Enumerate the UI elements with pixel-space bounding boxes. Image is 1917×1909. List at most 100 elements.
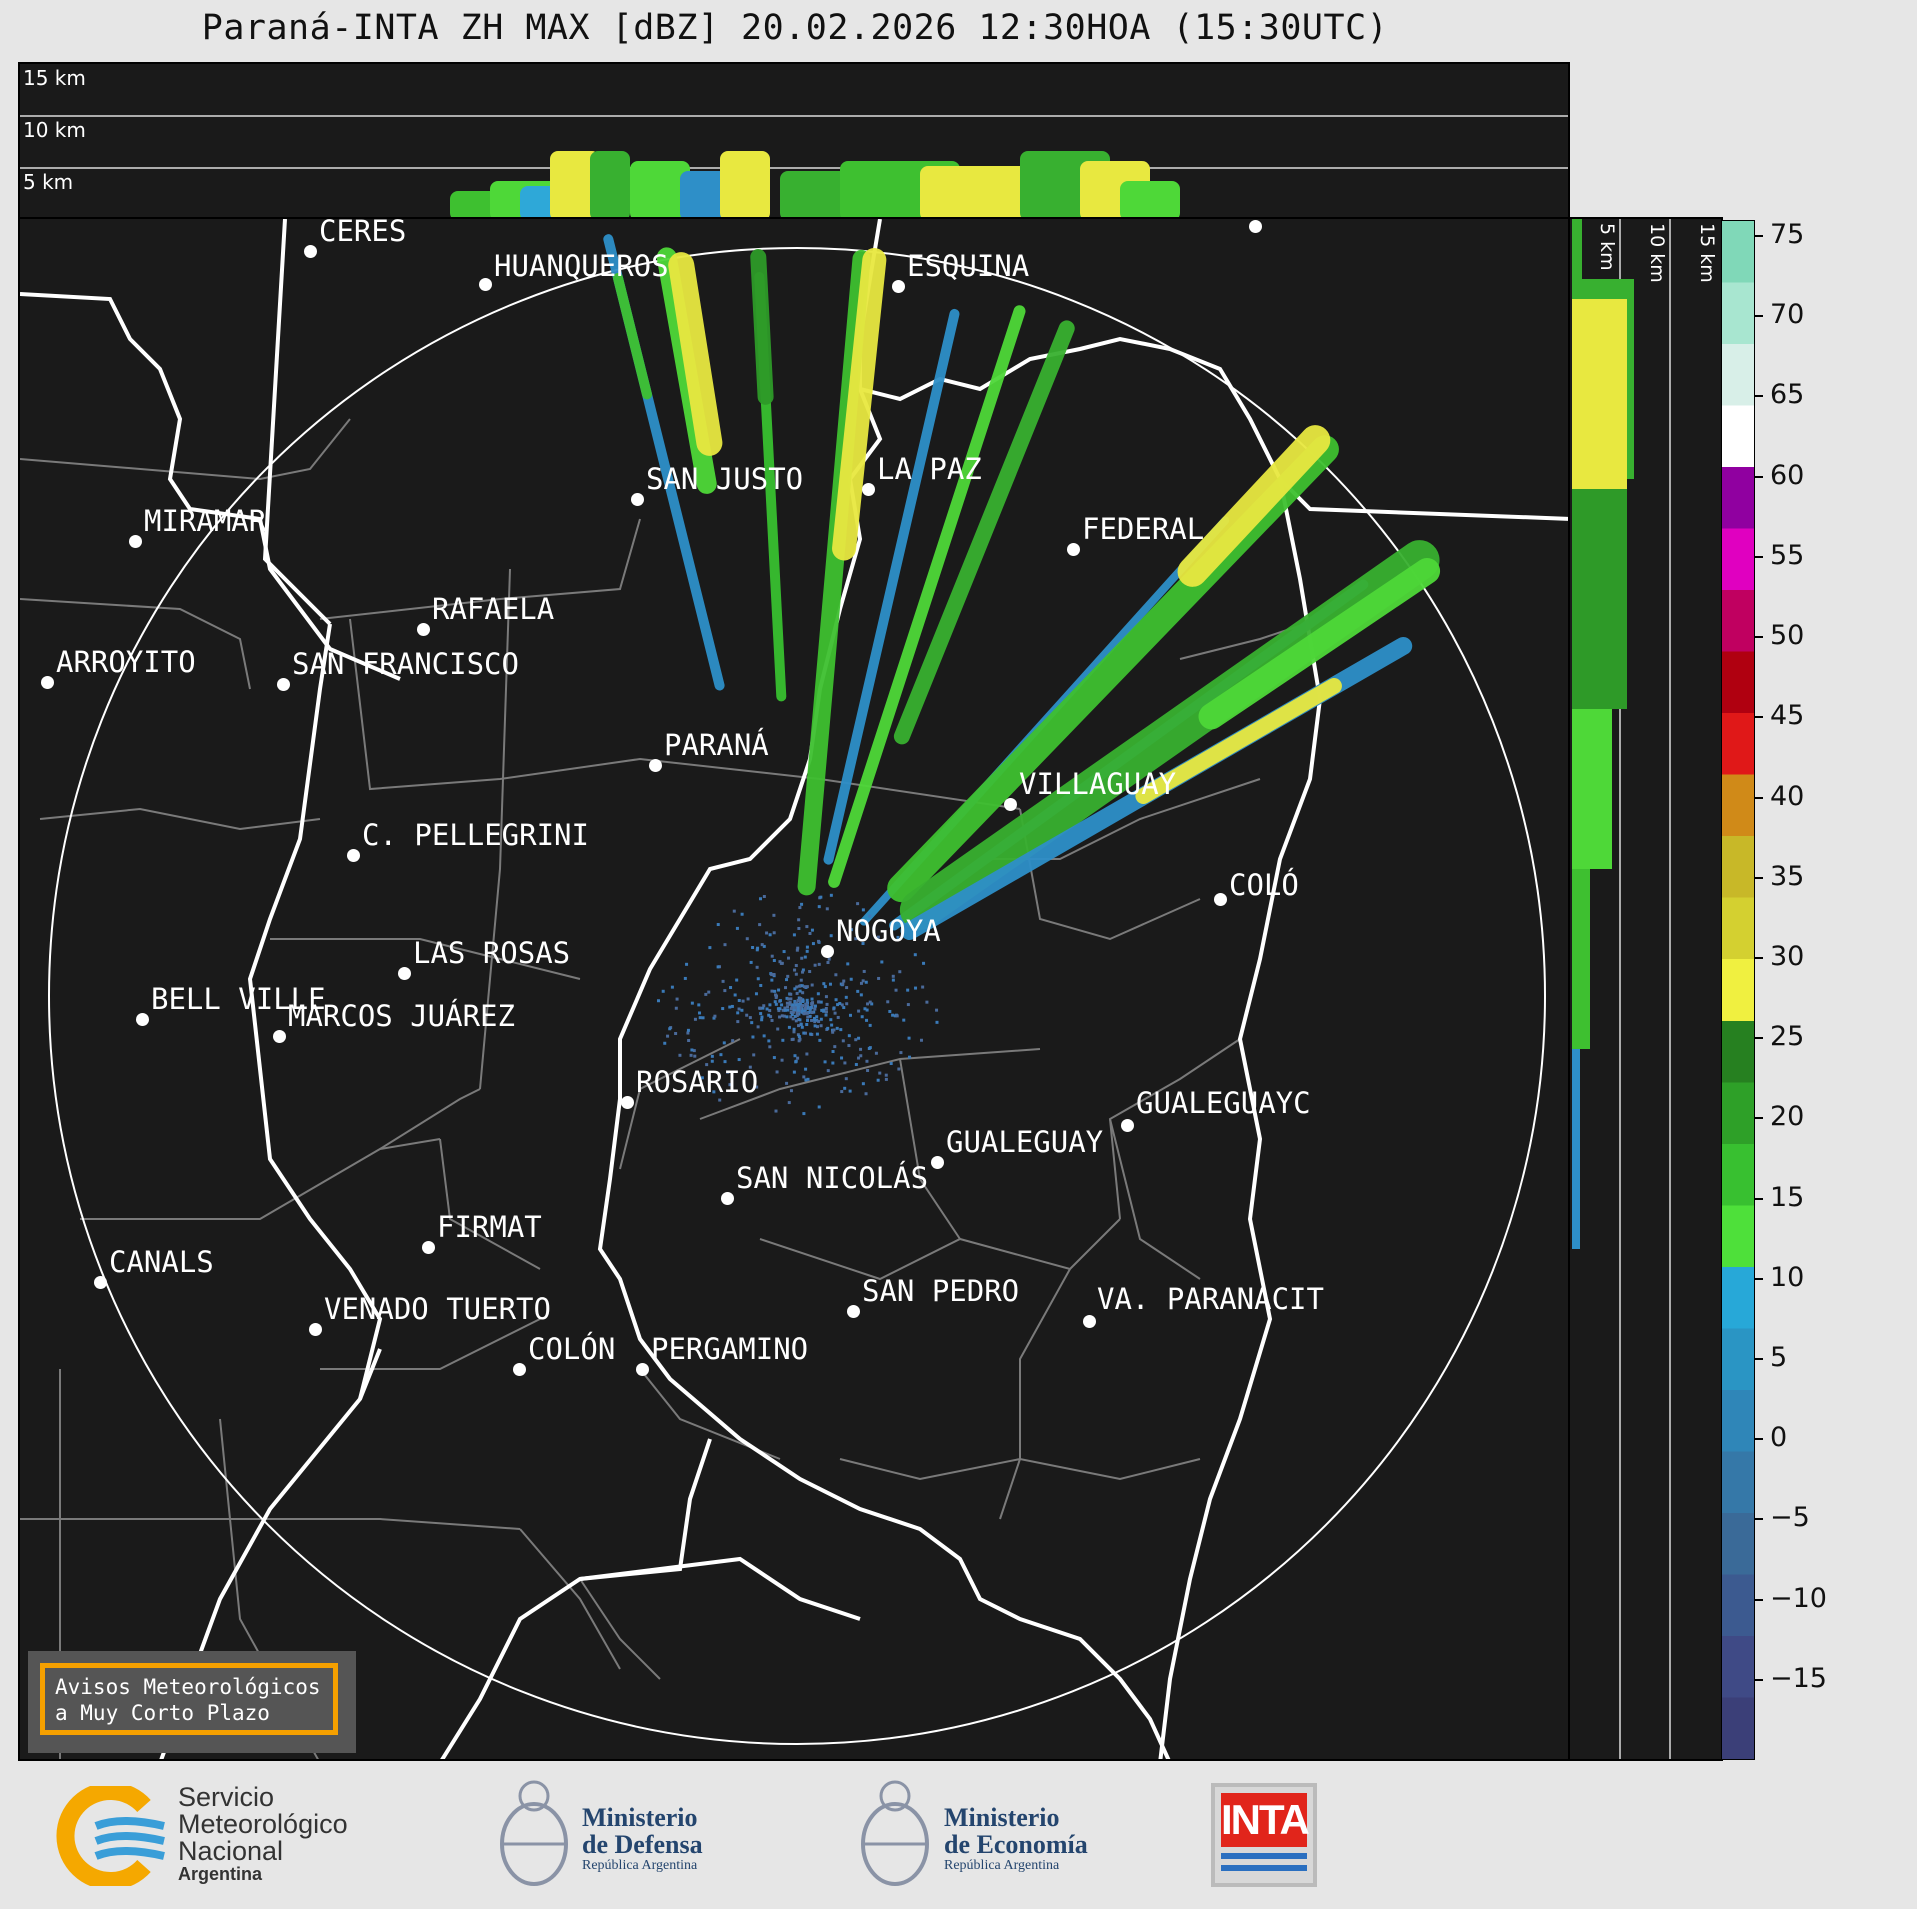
clutter-pixel bbox=[756, 977, 760, 981]
clutter-pixel bbox=[844, 995, 848, 999]
clutter-pixel bbox=[797, 926, 801, 930]
clutter-pixel bbox=[805, 925, 809, 929]
radar-beam bbox=[893, 320, 1075, 745]
colorbar-tick-label: 10 bbox=[1770, 1261, 1805, 1293]
colorbar-tick-label: 60 bbox=[1770, 459, 1805, 491]
clutter-pixel bbox=[848, 1013, 852, 1017]
clutter-pixel bbox=[756, 1025, 760, 1029]
smn-line-2: Meteorológico bbox=[178, 1809, 348, 1839]
clutter-pixel bbox=[774, 1002, 778, 1006]
clutter-pixel bbox=[864, 980, 868, 984]
city-label-nogoya: NOGOYA bbox=[836, 914, 941, 948]
side-echo-block bbox=[1572, 299, 1627, 489]
clutter-pixel bbox=[745, 937, 749, 941]
clutter-pixel bbox=[847, 1044, 851, 1048]
clutter-pixel bbox=[922, 961, 926, 965]
clutter-pixel bbox=[914, 986, 918, 990]
clutter-pixel bbox=[770, 973, 774, 977]
clutter-pixel bbox=[760, 1018, 764, 1022]
clutter-pixel bbox=[723, 989, 727, 993]
clutter-pixel bbox=[758, 1006, 762, 1010]
clutter-pixel bbox=[817, 1019, 821, 1023]
clutter-pixel bbox=[802, 1075, 806, 1079]
clutter-pixel bbox=[794, 1060, 798, 1064]
clutter-pixel bbox=[730, 1004, 734, 1008]
clutter-pixel bbox=[829, 1018, 833, 1022]
clutter-pixel bbox=[785, 978, 789, 982]
clutter-pixel bbox=[806, 1015, 810, 1019]
city-marker-federal bbox=[1067, 543, 1080, 556]
clutter-pixel bbox=[802, 1112, 806, 1116]
clutter-pixel bbox=[798, 999, 802, 1003]
clutter-pixel bbox=[804, 1002, 808, 1006]
clutter-pixel bbox=[776, 1007, 780, 1011]
clutter-pixel bbox=[864, 1092, 868, 1096]
clutter-pixel bbox=[867, 1046, 871, 1050]
side-height-label-15km: 15 km bbox=[1696, 223, 1718, 283]
clutter-pixel bbox=[790, 1006, 794, 1010]
city-label-parana: PARANÁ bbox=[664, 728, 769, 762]
clutter-pixel bbox=[788, 1001, 792, 1005]
clutter-pixel bbox=[830, 1023, 834, 1027]
clutter-pixel bbox=[856, 989, 860, 993]
clutter-pixel bbox=[797, 1039, 801, 1043]
clutter-pixel bbox=[805, 949, 809, 953]
clutter-pixel bbox=[794, 1019, 798, 1023]
clutter-pixel bbox=[935, 1008, 939, 1012]
clutter-pixel bbox=[813, 1007, 817, 1011]
avisos-button[interactable]: Avisos Meteorológicos a Muy Corto Plazo bbox=[28, 1651, 356, 1753]
clutter-pixel bbox=[848, 1089, 852, 1093]
colorbar-tick bbox=[1755, 636, 1763, 639]
city-label-federal: FEDERAL bbox=[1082, 512, 1205, 546]
clutter-pixel bbox=[663, 1041, 667, 1045]
clutter-pixel bbox=[770, 978, 774, 982]
colorbar-tick-label: 15 bbox=[1770, 1181, 1805, 1213]
clutter-pixel bbox=[861, 979, 865, 983]
clutter-pixel bbox=[674, 1006, 678, 1010]
colorbar-tick bbox=[1755, 475, 1763, 478]
clutter-pixel bbox=[819, 1017, 823, 1021]
smn-line-4: Argentina bbox=[178, 1864, 263, 1884]
clutter-pixel bbox=[831, 1030, 835, 1034]
clutter-pixel bbox=[731, 1039, 735, 1043]
clutter-pixel bbox=[728, 1005, 732, 1009]
clutter-pixel bbox=[736, 1011, 740, 1015]
clutter-pixel bbox=[826, 961, 830, 965]
colorbar-tick bbox=[1755, 315, 1763, 318]
clutter-pixel bbox=[767, 1039, 771, 1043]
colorbar-tick-label: −10 bbox=[1770, 1582, 1827, 1614]
clutter-pixel bbox=[678, 1053, 682, 1057]
clutter-pixel bbox=[843, 1061, 847, 1065]
clutter-pixel bbox=[825, 1002, 829, 1006]
clutter-pixel bbox=[794, 972, 798, 976]
clutter-pixel bbox=[697, 1003, 701, 1007]
clutter-pixel bbox=[792, 1027, 796, 1031]
colorbar-tick-label: 50 bbox=[1770, 620, 1805, 652]
clutter-pixel bbox=[906, 988, 910, 992]
clutter-pixel bbox=[690, 1048, 694, 1052]
clutter-pixel bbox=[795, 1014, 799, 1018]
clutter-pixel bbox=[824, 1010, 828, 1014]
clutter-pixel bbox=[902, 1018, 906, 1022]
city-marker-las-rosas bbox=[398, 967, 411, 980]
clutter-pixel bbox=[886, 1000, 890, 1004]
clutter-pixel bbox=[800, 956, 804, 960]
clutter-pixel bbox=[834, 973, 838, 977]
clutter-pixel bbox=[794, 964, 798, 968]
dbz-colorbar bbox=[1721, 220, 1755, 1760]
side-echo-block bbox=[1572, 1049, 1580, 1249]
city-label-la-paz: LA PAZ bbox=[877, 452, 982, 486]
side-height-label-5km: 5 km bbox=[1596, 223, 1618, 271]
clutter-pixel bbox=[793, 968, 797, 972]
city-marker-nogoya bbox=[821, 945, 834, 958]
clutter-pixel bbox=[782, 1014, 786, 1018]
clutter-pixel bbox=[819, 1000, 823, 1004]
clutter-pixel bbox=[718, 1098, 722, 1102]
clutter-pixel bbox=[797, 1024, 801, 1028]
city-label-cu: CU bbox=[1264, 219, 1299, 221]
clutter-pixel bbox=[816, 992, 820, 996]
colorbar-tick-label: 5 bbox=[1770, 1341, 1788, 1373]
clutter-pixel bbox=[878, 1071, 882, 1075]
clutter-pixel bbox=[799, 1023, 803, 1027]
clutter-pixel bbox=[773, 1000, 777, 1004]
